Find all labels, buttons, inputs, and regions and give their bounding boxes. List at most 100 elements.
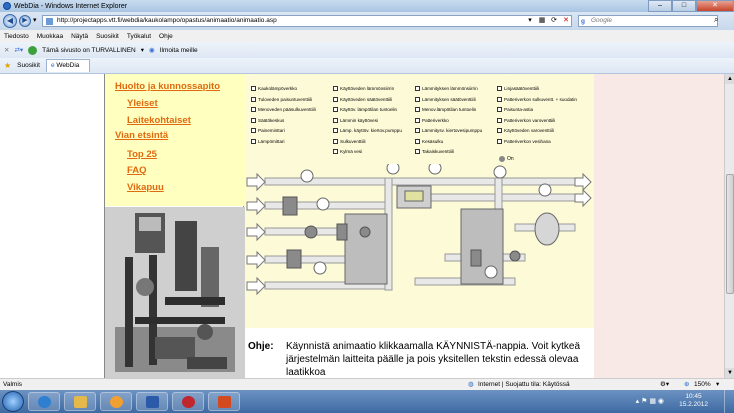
component-checkbox[interactable]: Patteriverkon vesihana: [497, 138, 551, 144]
zone-text[interactable]: Internet | Suojattu tila: Käytössä: [478, 379, 570, 390]
address-input[interactable]: http://projectapps.vtt.fi/webdia/kaukola…: [42, 15, 572, 27]
component-checkbox[interactable]: Menoveden pääsulkuventtiili: [251, 107, 316, 112]
nav-vikapuu[interactable]: Vikapuu: [127, 182, 164, 193]
checkbox-box[interactable]: [333, 138, 338, 144]
component-checkbox[interactable]: Linjasäätöventtiili: [497, 86, 539, 91]
menu-edit[interactable]: Muokkaa: [37, 33, 63, 40]
security-label[interactable]: Tämä sivusto on TURVALLINEN: [42, 47, 136, 54]
compat-view-icon[interactable]: ▦: [537, 15, 547, 26]
component-checkbox[interactable]: Sulkuventtiili: [333, 138, 366, 144]
checkbox-box[interactable]: [251, 96, 256, 102]
component-checkbox[interactable]: Takaiskuventtiili: [415, 149, 454, 154]
component-checkbox[interactable]: Lämmitysv. kiertovesipumppu: [415, 128, 482, 133]
checkbox-box[interactable]: [497, 128, 502, 133]
checkbox-box[interactable]: [333, 117, 338, 123]
minimize-button[interactable]: –: [648, 0, 672, 12]
taskbar-media[interactable]: [100, 392, 132, 411]
checkbox-box[interactable]: [251, 128, 256, 133]
nav-huolto[interactable]: Huolto ja kunnossapito: [115, 81, 220, 92]
component-checkbox[interactable]: Kylmä vesi: [333, 149, 362, 154]
scroll-up-icon[interactable]: ▲: [725, 74, 734, 84]
favorites-label[interactable]: Suosikit: [17, 62, 40, 69]
component-checkbox[interactable]: Lämmityksen säätöventtiili: [415, 96, 476, 102]
checkbox-box[interactable]: [251, 86, 256, 91]
nav-faq[interactable]: FAQ: [127, 165, 147, 176]
start-button[interactable]: [2, 391, 24, 412]
component-checkbox[interactable]: Menov.lämpötilan tuntoelin: [415, 107, 476, 112]
maximize-button[interactable]: □: [672, 0, 696, 12]
component-checkbox[interactable]: Patteriverkko: [415, 117, 449, 123]
component-checkbox[interactable]: Käyttöv. lämpötilan tuntoelin: [333, 107, 397, 112]
checkbox-box[interactable]: [497, 96, 502, 102]
component-checkbox[interactable]: Tuloveden paisuntuventtiili: [251, 96, 312, 102]
checkbox-box[interactable]: [415, 107, 420, 112]
component-checkbox[interactable]: Käyttöveden säätöventtiili: [333, 96, 392, 102]
connect-icon[interactable]: ⇄▾: [14, 46, 23, 54]
checkbox-box[interactable]: [415, 117, 420, 123]
search-input[interactable]: g Google: [578, 15, 718, 27]
nav-vian-etsinta[interactable]: Vian etsintä: [115, 130, 168, 141]
checkbox-box[interactable]: [415, 96, 420, 102]
component-checkbox[interactable]: Lämpömittari: [251, 138, 285, 144]
component-checkbox[interactable]: Kesäsulku: [415, 138, 443, 144]
checkbox-box[interactable]: [251, 117, 256, 123]
taskbar-ie[interactable]: [28, 392, 60, 411]
checkbox-box[interactable]: [333, 107, 338, 112]
component-checkbox[interactable]: Lämmityksen lämmönsiirrin: [415, 86, 478, 91]
checkbox-box[interactable]: [497, 117, 502, 123]
checkbox-box[interactable]: [497, 107, 502, 112]
component-checkbox[interactable]: Lämmin käyttövesi: [333, 117, 378, 123]
checkbox-box[interactable]: [415, 86, 420, 91]
taskbar-powerpoint[interactable]: [208, 392, 240, 411]
checkbox-box[interactable]: [251, 107, 256, 112]
taskbar-app[interactable]: [172, 392, 204, 411]
checkbox-box[interactable]: [497, 138, 502, 144]
component-checkbox[interactable]: Patteriverkon sulkuventt. + suodatin: [497, 96, 577, 102]
protected-mode-icon[interactable]: ⚙▾: [660, 379, 669, 390]
stop-icon[interactable]: ✕: [561, 15, 571, 26]
component-checkbox[interactable]: Käyttöveden lämmönsiirrin: [333, 86, 394, 91]
zoom-level[interactable]: 150%: [694, 379, 711, 390]
nav-yleiset[interactable]: Yleiset: [127, 98, 158, 109]
taskbar-explorer[interactable]: [64, 392, 96, 411]
zoom-dropdown-icon[interactable]: ▾: [716, 379, 719, 390]
scroll-thumb[interactable]: [726, 174, 734, 294]
checkbox-box[interactable]: [333, 128, 338, 133]
checkbox-box[interactable]: [415, 138, 420, 144]
forward-button[interactable]: ▶: [19, 15, 31, 27]
nav-laitekohtaiset[interactable]: Laitekohtaiset: [127, 115, 191, 126]
checkbox-box[interactable]: [251, 138, 256, 144]
taskbar-word[interactable]: [136, 392, 168, 411]
tray-icons[interactable]: ▴ ⚑ ▦ ◉: [636, 397, 664, 405]
vertical-scrollbar[interactable]: ▲ ▼: [724, 74, 734, 378]
component-checkbox[interactable]: Lämp. käyttöv. kiertov.pumppu: [333, 128, 402, 133]
checkbox-box[interactable]: [415, 149, 420, 154]
refresh-icon[interactable]: ⟳: [549, 15, 559, 26]
show-desktop-button[interactable]: [724, 390, 734, 413]
component-checkbox[interactable]: Käyttöveden varoventtiili: [497, 128, 554, 133]
menu-file[interactable]: Tiedosto: [4, 33, 29, 40]
component-checkbox[interactable]: Paisunta-astia: [497, 107, 533, 112]
close-toolbar-icon[interactable]: ✕: [4, 46, 9, 54]
clock[interactable]: 10:45 15.2.2012: [679, 393, 708, 409]
checkbox-box[interactable]: [333, 149, 338, 154]
checkbox-box[interactable]: [415, 128, 420, 133]
component-checkbox[interactable]: Kaukolämpöverkko: [251, 86, 297, 91]
report-link[interactable]: Ilmoita meille: [160, 47, 198, 54]
back-button[interactable]: ◀: [3, 14, 17, 28]
search-icon[interactable]: ⌕: [714, 15, 718, 25]
scroll-down-icon[interactable]: ▼: [725, 368, 734, 378]
component-checkbox[interactable]: Patteriverkon varoventtiili: [497, 117, 555, 123]
component-checkbox[interactable]: Säätökeskus: [251, 117, 284, 123]
checkbox-box[interactable]: [497, 86, 502, 91]
checkbox-box[interactable]: [333, 96, 338, 102]
menu-tools[interactable]: Työkalut: [127, 33, 151, 40]
tab-webdia[interactable]: e WebDia: [45, 59, 91, 72]
menu-favorites[interactable]: Suosikit: [96, 33, 119, 40]
close-button[interactable]: ✕: [696, 0, 734, 12]
menu-help[interactable]: Ohje: [159, 33, 173, 40]
address-dropdown-icon[interactable]: ▾: [525, 15, 535, 26]
history-dropdown-icon[interactable]: ▾: [33, 16, 37, 24]
checkbox-box[interactable]: [333, 86, 338, 91]
nav-top25[interactable]: Top 25: [127, 149, 157, 160]
